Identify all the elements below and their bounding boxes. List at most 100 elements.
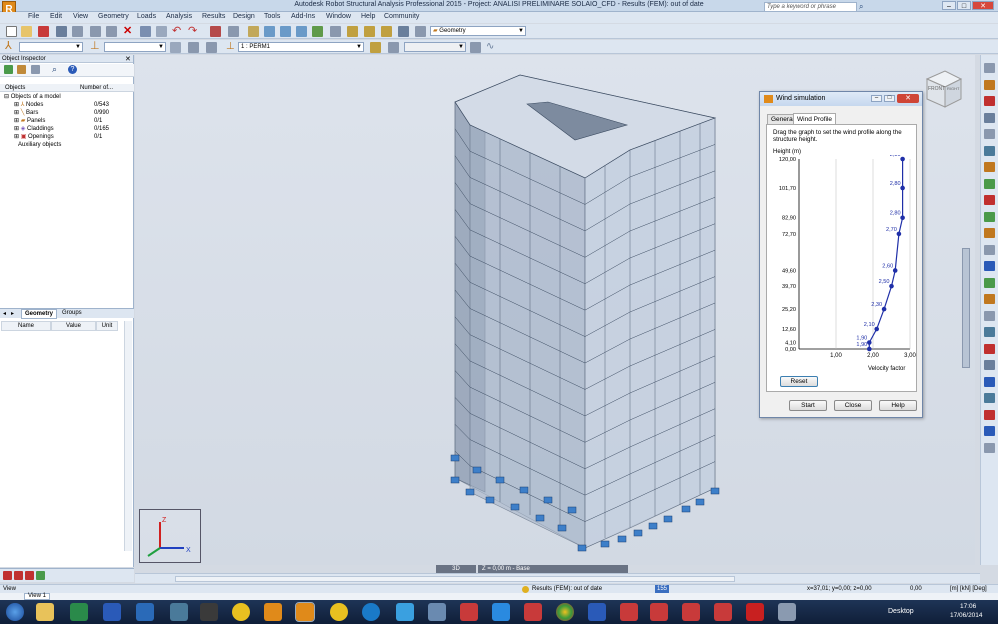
profile-point[interactable] [900,156,905,162]
tree-item-nodes[interactable]: ⊞ ⅄ Nodes 0/543 [14,101,132,109]
redo-icon[interactable]: ↷ [188,26,199,37]
viewport-scrollbar[interactable] [959,63,973,553]
zoom-all-icon[interactable] [296,26,307,37]
save-icon[interactable] [38,26,49,37]
open-icon[interactable] [21,26,32,37]
maximize-button[interactable]: □ [957,1,971,10]
autodesk-4-icon[interactable] [714,603,732,621]
bars-icon[interactable] [984,96,995,106]
clock-time[interactable]: 17:06 [960,603,976,610]
profile-point[interactable] [892,268,898,273]
desktop-label[interactable]: Desktop [888,608,914,615]
table-red-icon[interactable] [3,571,12,580]
helmet-icon[interactable] [232,603,250,621]
tree-item-auxiliary[interactable]: Auxiliary objects [18,141,61,149]
claddings-icon[interactable] [984,211,995,222]
revolve-icon[interactable] [984,360,995,370]
new-icon[interactable] [6,26,17,37]
menu-geometry[interactable]: Geometry [98,13,129,20]
search-icon[interactable]: ⌕ [52,65,63,76]
profile-point[interactable] [874,326,879,332]
robot-active-icon[interactable] [295,602,315,622]
bar-selection-combo[interactable]: ▼ [104,42,166,52]
profile-point[interactable] [900,215,905,221]
dialog-minimize-button[interactable]: – [871,95,882,102]
explorer-icon[interactable] [36,603,54,621]
report-icon[interactable] [25,571,34,580]
load-case-icon[interactable]: ⊥ [226,41,237,52]
close-button[interactable]: ✕ [972,1,994,10]
calc-icon[interactable] [984,393,995,403]
releases-icon[interactable] [984,129,995,139]
materials-icon[interactable] [984,277,995,288]
wave-icon[interactable]: ∿ [486,41,497,52]
results-icon[interactable] [984,426,995,436]
menu-file[interactable]: File [28,13,39,20]
toolbox-icon[interactable] [460,603,478,621]
powerpoint-icon[interactable] [103,603,121,621]
design-icon[interactable] [984,409,995,420]
notepad-icon[interactable] [170,603,188,621]
previous-case-icon[interactable] [206,42,217,53]
menu-view[interactable]: View [73,13,88,20]
supports-icon[interactable] [381,26,392,37]
undo-icon[interactable]: ↶ [172,26,183,37]
start-button[interactable]: Start [789,400,827,411]
display-icon[interactable] [228,26,239,37]
view-level[interactable]: Z = 0,00 m - Base [478,565,628,573]
bar-selection-icon[interactable]: ⊥ [90,41,101,52]
node-selection-icon[interactable]: ⅄ [5,41,16,52]
combinations-icon[interactable] [984,244,995,255]
menu-edit[interactable]: Edit [50,13,62,20]
section-icon[interactable] [330,26,341,37]
profile-point[interactable] [867,346,872,352]
network-icon[interactable] [428,603,446,621]
start-button-icon[interactable] [6,603,24,621]
lock-icon[interactable] [248,26,259,37]
close-icon[interactable]: ✕ [125,55,131,63]
helmet-2-icon[interactable] [330,603,348,621]
close-dialog-button[interactable]: Close [834,400,872,411]
tree-item-panels[interactable]: ⊞ ▰ Panels 0/1 [14,117,132,125]
excel-icon[interactable] [70,603,88,621]
autocad-icon[interactable] [524,603,542,621]
menu-design[interactable]: Design [233,13,255,20]
tree-item-claddings[interactable]: ⊞ ◈ Claddings 0/165 [14,125,132,133]
calculations-icon[interactable] [210,26,221,37]
tab-view-1[interactable]: View 1 [24,593,50,600]
selection-icon[interactable] [984,63,995,73]
print-icon[interactable] [56,26,67,37]
zoom-icon[interactable] [264,26,275,37]
profile-point[interactable] [889,283,894,289]
help-button[interactable]: Help [879,400,917,411]
view-mode-3d[interactable]: 3D [436,565,476,573]
node-selection-combo[interactable]: ▼ [19,42,83,52]
word-icon[interactable] [136,603,154,621]
sections-icon[interactable] [984,261,995,271]
chevron-right-icon[interactable]: ▸ [11,310,14,317]
autodesk-3-icon[interactable] [682,603,700,621]
horizontal-scrollbar[interactable] [175,576,735,582]
tab-wind-profile[interactable]: Wind Profile [793,113,837,124]
structure-icon[interactable] [347,26,358,37]
tree-item-bars[interactable]: ⊞ ╲ Bars 0/990 [14,109,132,117]
load-case-combo[interactable]: 1 : PERM1 ▼ [238,42,364,52]
properties-scrollbar[interactable] [124,321,132,551]
dialog-close-icon[interactable]: ✕ [897,94,919,103]
next-case-icon[interactable] [388,42,399,53]
extrude-icon[interactable] [984,343,995,354]
profile-point[interactable] [900,185,905,191]
robot-app-icon[interactable] [264,603,282,621]
paste-icon[interactable] [156,26,167,37]
loads-icon[interactable] [984,228,995,238]
menu-loads[interactable]: Loads [137,13,156,20]
menu-window[interactable]: Window [326,13,351,20]
zoom-window-icon[interactable] [280,26,291,37]
supports-icon[interactable] [984,112,995,123]
col-unit[interactable]: Unit [96,321,118,331]
chrome-icon[interactable] [556,603,574,621]
screen-capture-icon[interactable] [90,26,101,37]
tab-groups[interactable]: Groups [62,310,82,316]
dropbox-icon[interactable] [492,603,510,621]
col-number[interactable]: Number of... [80,84,113,91]
